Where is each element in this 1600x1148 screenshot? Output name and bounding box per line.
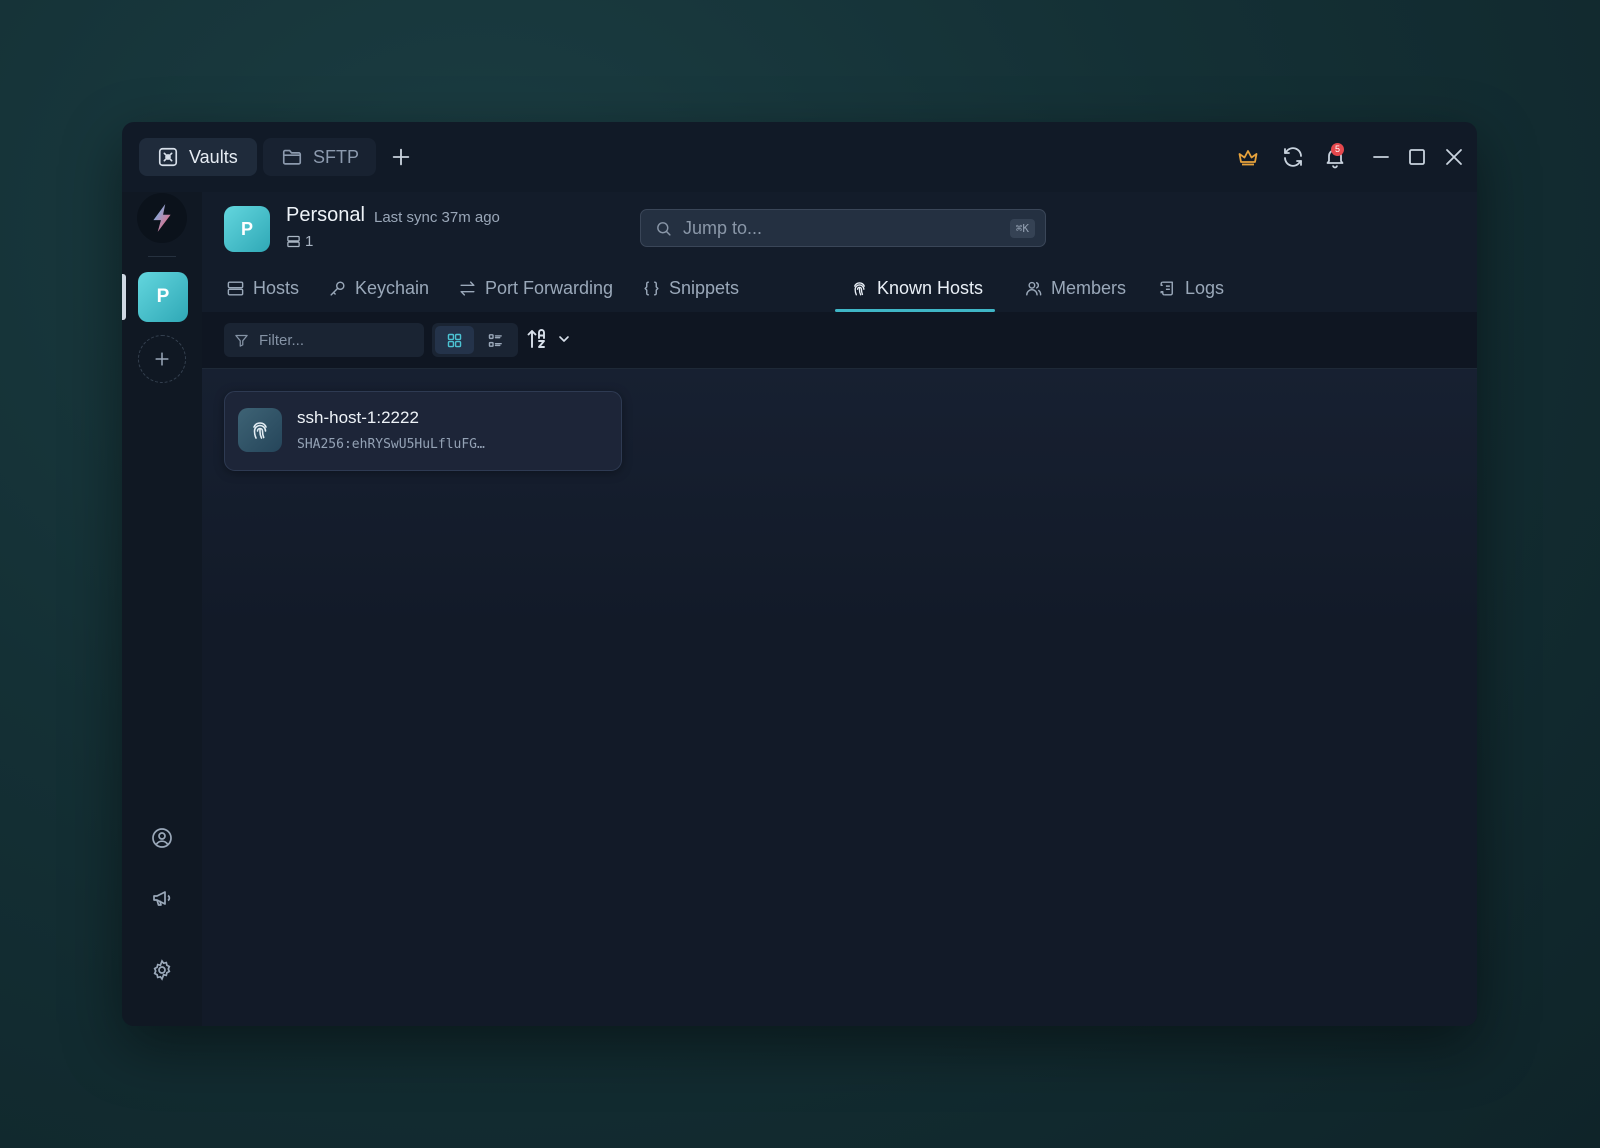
vault-header: P Personal Last sync 37m ago 1 ⌘K Host <box>202 192 1477 313</box>
sync-icon[interactable] <box>1281 145 1305 169</box>
maximize-icon[interactable] <box>1405 145 1429 169</box>
list-view-button[interactable] <box>476 326 515 354</box>
tab-vaults[interactable]: Vaults <box>139 138 257 176</box>
tab-port-forwarding[interactable]: Port Forwarding <box>458 264 613 312</box>
jump-search[interactable]: ⌘K <box>640 209 1046 247</box>
nav-label: Keychain <box>355 277 430 298</box>
arrows-icon <box>458 279 477 298</box>
tab-logs[interactable]: Logs <box>1158 264 1224 312</box>
scroll-icon <box>1158 279 1177 298</box>
vault-name: Personal <box>286 204 365 226</box>
filter-input[interactable] <box>257 330 414 350</box>
crown-icon[interactable] <box>1236 145 1260 169</box>
nav-label: Members <box>1051 277 1127 298</box>
tab-members[interactable]: Members <box>1024 264 1126 312</box>
host-count-value: 1 <box>305 233 314 250</box>
active-vault-indicator <box>122 274 126 320</box>
grid-icon <box>446 332 463 349</box>
notification-badge: 5 <box>1331 143 1344 156</box>
users-icon <box>1024 279 1043 298</box>
tab-hosts[interactable]: Hosts <box>226 264 299 312</box>
main-panel: P Personal Last sync 37m ago 1 ⌘K Host <box>202 192 1477 1026</box>
tab-sftp[interactable]: SFTP <box>263 138 376 176</box>
vault-badge: P <box>224 206 270 252</box>
known-host-card[interactable]: ssh-host-1:2222 SHA256:ehRYSwU5HuLfluFG… <box>224 391 622 471</box>
known-hosts-grid: ssh-host-1:2222 SHA256:ehRYSwU5HuLfluFG… <box>202 369 1477 1026</box>
known-host-fingerprint: SHA256:ehRYSwU5HuLfluFG… <box>297 437 485 452</box>
grid-view-button[interactable] <box>435 326 474 354</box>
nav-label: Known Hosts <box>877 277 984 298</box>
megaphone-icon[interactable] <box>150 886 174 910</box>
tab-label: SFTP <box>313 146 360 167</box>
key-icon <box>328 279 347 298</box>
toolbar <box>202 312 1477 369</box>
fingerprint-icon <box>850 279 869 298</box>
vault-nav: Hosts Keychain Port Forwarding Snippets … <box>202 264 1477 312</box>
fingerprint-icon <box>238 408 282 452</box>
close-icon[interactable] <box>1442 145 1466 169</box>
nav-label: Snippets <box>669 277 740 298</box>
list-icon <box>487 332 504 349</box>
rail-divider <box>148 256 176 257</box>
chevron-down-icon <box>556 331 572 347</box>
nav-label: Hosts <box>253 277 300 298</box>
server-icon <box>226 279 245 298</box>
sort-button[interactable] <box>526 327 572 351</box>
host-count: 1 <box>286 233 313 250</box>
nav-label: Logs <box>1185 277 1225 298</box>
braces-icon <box>642 279 661 298</box>
view-toggle <box>432 323 518 357</box>
shortcut-hint: ⌘K <box>1009 218 1035 238</box>
add-vault-button[interactable] <box>138 335 186 383</box>
tab-known-hosts[interactable]: Known Hosts <box>850 264 983 312</box>
filter-icon <box>234 333 249 348</box>
vault-avatar-personal[interactable]: P <box>138 272 188 322</box>
server-icon <box>286 234 301 249</box>
sync-status: Last sync 37m ago <box>374 209 500 226</box>
gear-icon[interactable] <box>150 958 174 982</box>
minimize-icon[interactable] <box>1369 145 1393 169</box>
nav-label: Port Forwarding <box>485 277 614 298</box>
known-host-address: ssh-host-1:2222 <box>297 408 419 427</box>
folder-icon <box>281 146 303 168</box>
app-window: Vaults SFTP 5 P P Personal Last sync 37m… <box>122 122 1477 1026</box>
sort-az-icon <box>526 327 550 351</box>
vault-icon <box>157 146 179 168</box>
new-tab-button[interactable] <box>390 146 412 168</box>
tab-keychain[interactable]: Keychain <box>328 264 429 312</box>
account-icon[interactable] <box>150 826 174 850</box>
title-bar: Vaults SFTP 5 <box>122 122 1477 192</box>
search-icon <box>655 220 672 237</box>
tab-label: Vaults <box>189 146 238 167</box>
search-input[interactable] <box>681 216 1001 240</box>
tab-snippets[interactable]: Snippets <box>642 264 739 312</box>
filter-box[interactable] <box>224 323 424 357</box>
app-logo[interactable] <box>137 193 187 243</box>
